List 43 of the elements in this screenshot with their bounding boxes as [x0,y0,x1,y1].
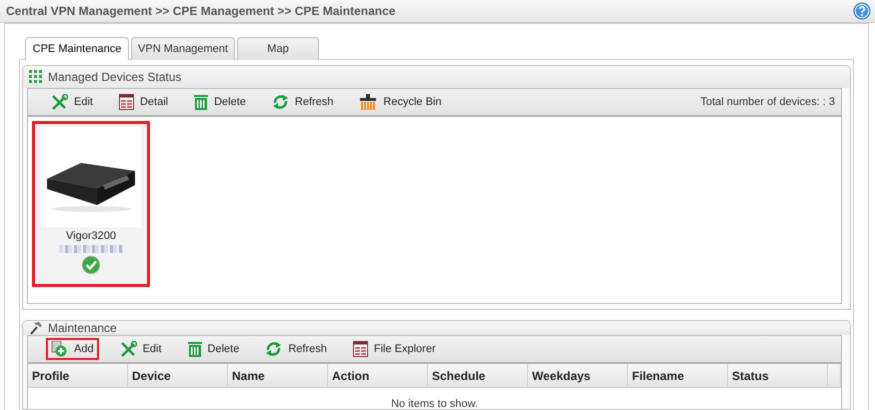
tab[interactable]: CPE Maintenance [25,37,129,60]
delete-button[interactable]: Delete [189,91,251,113]
column-header[interactable]: Action [328,364,428,388]
file-button[interactable]: File Explorer [348,338,441,360]
add-icon [51,341,68,357]
blurred-address [59,245,123,253]
edit-button[interactable]: Edit [46,91,98,113]
edit-button[interactable]: Edit [114,338,167,360]
trash-icon [194,94,208,110]
add-button[interactable]: Add [46,338,99,360]
tab[interactable]: VPN Management [131,37,235,60]
trash-icon [188,341,202,357]
panel-title: Maintenance [48,321,117,335]
grid-icon [29,70,43,84]
refresh-button[interactable]: Refresh [260,338,332,360]
refresh-button[interactable]: Refresh [266,91,338,113]
column-header[interactable]: Schedule [428,364,528,388]
tools-icon [120,341,137,357]
broom-icon [359,94,378,110]
hammer-icon [29,321,43,335]
column-header[interactable]: Weekdays [528,364,628,388]
table-icon [118,94,134,110]
delete-button[interactable]: Delete [182,338,244,360]
table-icon [352,341,368,357]
recycle-button[interactable]: Recycle Bin [354,91,446,113]
detail-button[interactable]: Detail [114,91,174,113]
column-header[interactable]: Name [228,364,328,388]
tab[interactable]: Map [237,37,319,60]
check-icon [82,256,100,274]
breadcrumb: Central VPN Management >> CPE Management >> CPE Maintenance [6,4,396,18]
refresh-icon [272,94,289,110]
device-total: Total number of devices: : 3 [700,96,835,108]
column-header[interactable]: Filename [628,364,728,388]
column-header[interactable]: Device [128,364,228,388]
column-header[interactable]: Profile [28,364,128,388]
refresh-icon [265,341,282,357]
help-icon[interactable] [853,2,871,20]
tools-icon [51,94,68,110]
panel-title: Managed Devices Status [48,70,182,84]
empty-message: No items to show. [391,398,478,409]
column-header[interactable]: Status [728,364,828,388]
device-name: Vigor3200 [66,230,116,242]
device-card[interactable]: Vigor3200 [32,121,150,287]
